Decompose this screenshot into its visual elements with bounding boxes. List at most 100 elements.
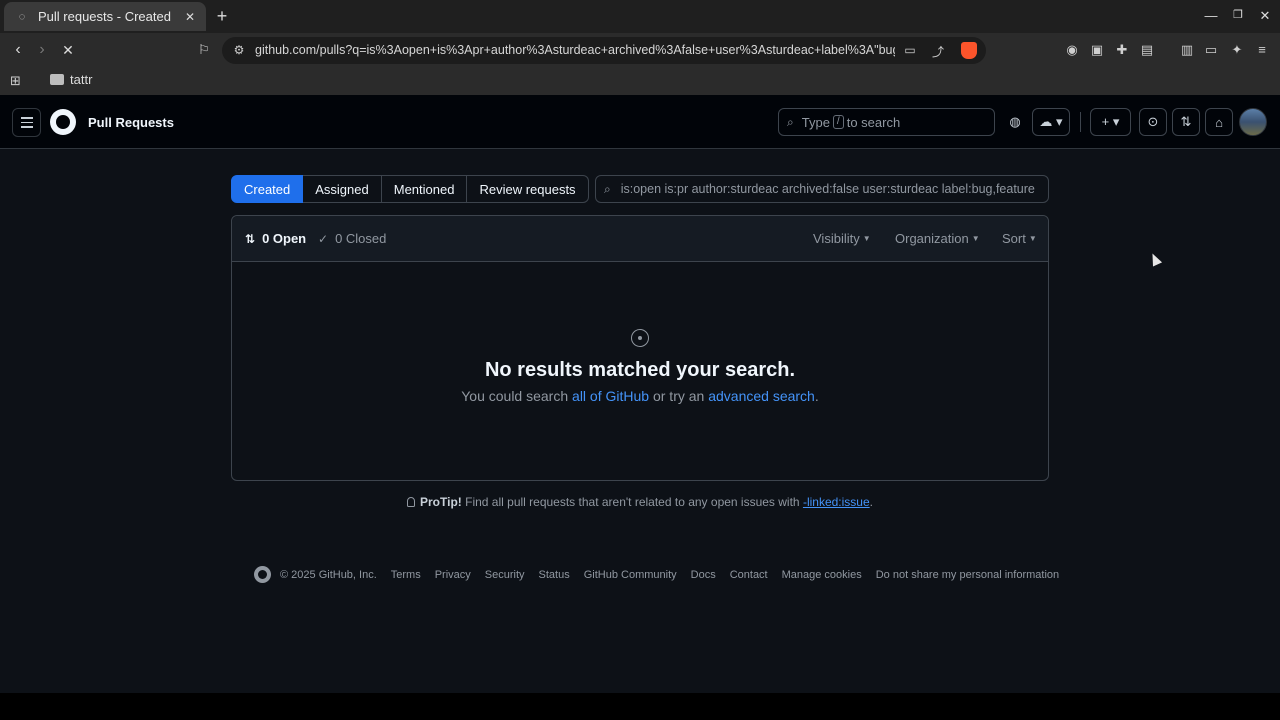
- minimize-icon[interactable]: —: [1202, 8, 1220, 23]
- cast-icon[interactable]: ▭: [902, 43, 918, 57]
- open-count: 0 Open: [262, 231, 307, 246]
- footer-link-privacy[interactable]: Privacy: [435, 569, 471, 581]
- query-text: is:open is:pr author:sturdeac archived:f…: [620, 182, 1035, 196]
- mouse-cursor: [1147, 251, 1163, 267]
- sort-dropdown[interactable]: Sort ▼: [1002, 231, 1037, 246]
- extension-icon[interactable]: ◉: [1064, 42, 1080, 58]
- blankslate-text-part: or try an: [652, 388, 705, 404]
- loading-icon: ◌: [18, 10, 26, 23]
- footer: © 2025 GitHub, Inc. Terms Privacy Securi…: [254, 566, 1073, 583]
- blankslate-title: No results matched your search.: [484, 359, 796, 381]
- light-bulb-icon: [407, 497, 415, 507]
- new-tab-button[interactable]: +: [213, 7, 231, 25]
- bookmark-folder[interactable]: tattr: [50, 72, 92, 87]
- create-new-button[interactable]: + ▾: [1090, 108, 1131, 136]
- copilot-dropdown-button[interactable]: ☁ ▾: [1032, 108, 1070, 136]
- issues-icon[interactable]: ⊙: [1139, 108, 1167, 136]
- blankslate-text-part: You could search: [461, 388, 569, 404]
- bookmark-icon[interactable]: ⚐: [195, 41, 213, 59]
- copilot-icon[interactable]: ◍: [1002, 108, 1028, 136]
- tab-created[interactable]: Created: [231, 175, 304, 203]
- footer-link-docs[interactable]: Docs: [691, 569, 716, 581]
- query-input[interactable]: ⌕ is:open is:pr author:sturdeac archived…: [595, 175, 1049, 203]
- linked-issue-link[interactable]: -linked:issue: [803, 495, 870, 509]
- open-filter[interactable]: ⇅ 0 Open: [245, 231, 306, 246]
- leo-icon[interactable]: ✦: [1229, 42, 1245, 58]
- tab-assigned[interactable]: Assigned: [303, 175, 382, 203]
- visibility-dropdown[interactable]: Visibility ▼: [813, 231, 871, 246]
- footer-link-manage-cookies[interactable]: Manage cookies: [782, 569, 862, 581]
- url-text[interactable]: github.com/pulls?q=is%3Aopen+is%3Apr+aut…: [255, 43, 895, 57]
- forward-icon[interactable]: ›: [33, 41, 51, 59]
- extension-icon[interactable]: ▤: [1139, 42, 1155, 58]
- caret-down-icon: ▼: [971, 234, 980, 243]
- organization-label: Organization: [895, 231, 969, 246]
- github-logo-icon[interactable]: [50, 109, 76, 135]
- wallet-icon[interactable]: ▭: [1203, 42, 1219, 58]
- hamburger-menu-button[interactable]: [12, 108, 41, 137]
- share-icon[interactable]: ⤴: [930, 43, 946, 60]
- bookmark-label: tattr: [70, 72, 93, 87]
- search-shortcut-key: /: [832, 115, 844, 129]
- blankslate-text-part: .: [814, 388, 819, 404]
- browser-toolbar: ‹ › ✕ ⚐ ⚙ github.com/pulls?q=is%3Aopen+i…: [0, 33, 1280, 67]
- restore-icon[interactable]: ❐: [1229, 8, 1247, 21]
- extension-icon[interactable]: ▣: [1089, 42, 1105, 58]
- caret-down-icon: ▼: [862, 234, 871, 243]
- search-icon: ⌕: [604, 181, 611, 196]
- address-bar[interactable]: ⚙ github.com/pulls?q=is%3Aopen+is%3Apr+a…: [222, 37, 986, 64]
- protip-text: .: [869, 495, 873, 509]
- footer-link-status[interactable]: Status: [539, 569, 570, 581]
- brave-shields-icon[interactable]: [961, 42, 977, 59]
- search-placeholder: Type: [801, 114, 830, 130]
- footer-link-community[interactable]: GitHub Community: [584, 569, 677, 581]
- stop-loading-icon[interactable]: ✕: [59, 41, 77, 59]
- footer-link-do-not-share[interactable]: Do not share my personal information: [876, 569, 1059, 581]
- inbox-icon[interactable]: ⌂: [1205, 108, 1233, 136]
- results-header: ⇅ 0 Open ✓ 0 Closed Visibility ▼ Organiza…: [232, 216, 1048, 262]
- bookmarks-bar: ⊞ tattr: [0, 67, 1280, 95]
- pull-request-icon: ⇅: [245, 231, 256, 246]
- tab-strip: ◌ Pull requests - Created ✕ + — ❐ ✕: [0, 0, 1280, 33]
- footer-link-security[interactable]: Security: [485, 569, 525, 581]
- search-input[interactable]: ⌕ Type / to search: [778, 108, 995, 136]
- pull-requests-icon[interactable]: ⇅: [1172, 108, 1200, 136]
- menu-icon[interactable]: ≡: [1254, 42, 1270, 58]
- divider: [1080, 112, 1081, 132]
- protip-label: ProTip!: [420, 495, 462, 509]
- protip: ProTip! Find all pull requests that aren…: [0, 495, 1280, 509]
- window-close-icon[interactable]: ✕: [1256, 8, 1274, 24]
- tab-review-requests[interactable]: Review requests: [467, 175, 589, 203]
- browser-tab[interactable]: ◌ Pull requests - Created ✕: [4, 2, 206, 31]
- copyright: © 2025 GitHub, Inc.: [280, 568, 377, 581]
- organization-dropdown[interactable]: Organization ▼: [895, 231, 980, 246]
- search-icon: ⌕: [787, 114, 794, 129]
- filter-tabs: Created Assigned Mentioned Review reques…: [231, 175, 589, 203]
- tab-title: Pull requests - Created: [38, 9, 171, 24]
- footer-link-contact[interactable]: Contact: [730, 569, 768, 581]
- check-icon: ✓: [318, 231, 329, 246]
- results-box: ⇅ 0 Open ✓ 0 Closed Visibility ▼ Organiza…: [231, 215, 1049, 481]
- blankslate-text: You could search all of GitHub or try an…: [232, 388, 1048, 404]
- puzzle-icon[interactable]: ✚: [1114, 42, 1130, 58]
- tab-mentioned[interactable]: Mentioned: [381, 175, 468, 203]
- closed-filter[interactable]: ✓ 0 Closed: [318, 231, 386, 246]
- all-of-github-link[interactable]: all of GitHub: [572, 388, 649, 404]
- closed-count: 0 Closed: [335, 231, 387, 246]
- footer-link-terms[interactable]: Terms: [391, 569, 421, 581]
- browser-window: ◌ Pull requests - Created ✕ + — ❐ ✕ ‹ › …: [0, 0, 1280, 720]
- issue-opened-icon: [631, 329, 649, 347]
- github-logo-icon[interactable]: [254, 566, 271, 583]
- github-header: Pull Requests ⌕ Type / to search ◍ ☁ ▾ +…: [0, 95, 1280, 149]
- avatar[interactable]: [1239, 108, 1267, 136]
- site-info-icon[interactable]: ⚙: [231, 43, 247, 57]
- visibility-label: Visibility: [813, 231, 860, 246]
- page-title[interactable]: Pull Requests: [88, 115, 174, 130]
- bottom-bar: [0, 693, 1280, 720]
- sidebar-icon[interactable]: ▥: [1179, 42, 1195, 58]
- advanced-search-link[interactable]: advanced search: [708, 388, 815, 404]
- apps-icon[interactable]: ⊞: [10, 73, 24, 88]
- back-icon[interactable]: ‹: [9, 41, 27, 59]
- protip-text: Find all pull requests that aren't relat…: [465, 495, 800, 509]
- close-tab-icon[interactable]: ✕: [182, 9, 198, 25]
